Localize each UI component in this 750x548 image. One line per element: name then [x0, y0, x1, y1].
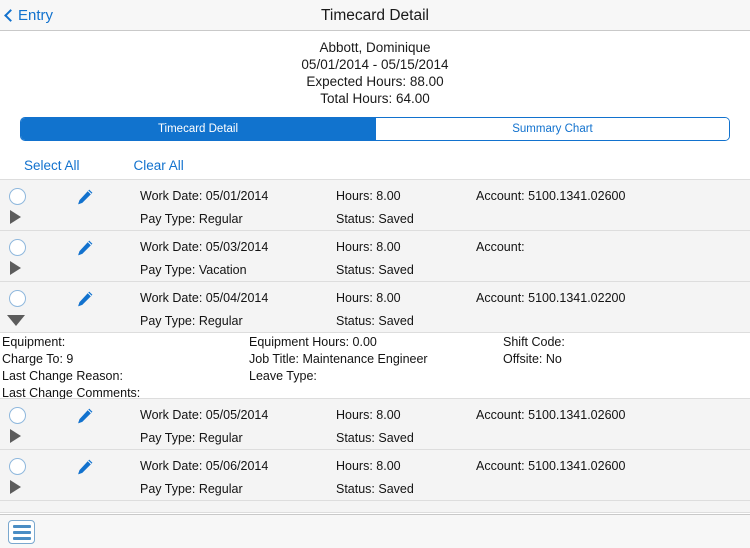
expected-hours: Expected Hours: 88.00 — [306, 74, 444, 89]
cell-pay-type: Pay Type: Vacation — [140, 263, 247, 277]
row-select-checkbox[interactable] — [9, 239, 26, 256]
segmented-control-container: Timecard Detail Summary Chart — [0, 113, 750, 151]
cell-hours: Hours: 8.00 — [336, 459, 401, 473]
employee-name: Abbott, Dominique — [319, 40, 431, 55]
detail-charge-to: Charge To: 9 — [2, 352, 74, 366]
cell-status: Status: Saved — [336, 212, 414, 226]
cell-pay-type: Pay Type: Regular — [140, 212, 243, 226]
clear-all-button[interactable]: Clear All — [134, 158, 184, 173]
timecard-entry-list[interactable]: Work Date: 05/01/2014 Hours: 8.00 Accoun… — [0, 179, 750, 514]
detail-equipment: Equipment: — [2, 335, 66, 349]
menu-bar-2 — [12, 530, 31, 534]
table-row[interactable]: Work Date: 05/01/2014 Hours: 8.00 Accoun… — [0, 180, 750, 231]
cell-hours: Hours: 8.00 — [336, 291, 401, 305]
detail-equipment-hours: Equipment Hours: 0.00 — [249, 335, 377, 349]
pencil-edit-icon[interactable] — [75, 457, 95, 477]
pencil-edit-icon[interactable] — [75, 289, 95, 309]
cell-pay-type: Pay Type: Regular — [140, 314, 243, 328]
cell-work-date: Work Date: 05/05/2014 — [140, 408, 269, 422]
tab-timecard-detail[interactable]: Timecard Detail — [21, 118, 375, 140]
cell-pay-type: Pay Type: Regular — [140, 431, 243, 445]
cell-hours: Hours: 8.00 — [336, 240, 401, 254]
table-row[interactable]: Work Date: 05/03/2014 Hours: 8.00 Accoun… — [0, 231, 750, 282]
timecard-summary: Abbott, Dominique 05/01/2014 - 05/15/201… — [0, 31, 750, 113]
cell-status: Status: Saved — [336, 263, 414, 277]
pencil-edit-icon[interactable] — [75, 187, 95, 207]
table-row-partial[interactable] — [0, 501, 750, 513]
menu-bar-3 — [12, 536, 31, 540]
cell-status: Status: Saved — [336, 482, 414, 496]
cell-account: Account: 5100.1341.02600 — [476, 189, 626, 203]
cell-status: Status: Saved — [336, 314, 414, 328]
disclosure-triangle-icon[interactable] — [10, 429, 21, 443]
disclosure-triangle-icon[interactable] — [10, 210, 21, 224]
cell-account: Account: 5100.1341.02600 — [476, 408, 626, 422]
segmented-control: Timecard Detail Summary Chart — [20, 117, 730, 141]
cell-work-date: Work Date: 05/06/2014 — [140, 459, 269, 473]
select-all-button[interactable]: Select All — [24, 158, 80, 173]
table-row[interactable]: Work Date: 05/06/2014 Hours: 8.00 Accoun… — [0, 450, 750, 501]
disclosure-triangle-icon[interactable] — [10, 480, 21, 494]
cell-account: Account: 5100.1341.02600 — [476, 459, 626, 473]
page-title: Timecard Detail — [321, 7, 429, 24]
cell-pay-type: Pay Type: Regular — [140, 482, 243, 496]
row-expanded-detail-panel: Equipment: Charge To: 9 Last Change Reas… — [0, 333, 750, 400]
cell-hours: Hours: 8.00 — [336, 408, 401, 422]
table-row[interactable]: Work Date: 05/05/2014 Hours: 8.00 Accoun… — [0, 399, 750, 450]
table-row[interactable]: Work Date: 05/04/2014 Hours: 8.00 Accoun… — [0, 282, 750, 333]
bottom-toolbar — [0, 514, 750, 548]
cell-work-date: Work Date: 05/04/2014 — [140, 291, 269, 305]
cell-account: Account: — [476, 240, 525, 254]
detail-leave-type: Leave Type: — [249, 369, 317, 383]
row-select-checkbox[interactable] — [9, 458, 26, 475]
navigation-bar: Entry Timecard Detail — [0, 0, 750, 31]
menu-bar-1 — [12, 524, 31, 528]
list-actions: Select All Clear All — [0, 151, 750, 179]
tab-summary-chart[interactable]: Summary Chart — [375, 118, 729, 140]
detail-job-title: Job Title: Maintenance Engineer — [249, 352, 428, 366]
detail-last-change-comments: Last Change Comments: — [2, 386, 141, 400]
cell-status: Status: Saved — [336, 431, 414, 445]
timecard-detail-screen: Entry Timecard Detail Abbott, Dominique … — [0, 0, 750, 548]
row-select-checkbox[interactable] — [9, 407, 26, 424]
cell-hours: Hours: 8.00 — [336, 189, 401, 203]
cell-work-date: Work Date: 05/03/2014 — [140, 240, 269, 254]
total-hours: Total Hours: 64.00 — [320, 91, 430, 106]
detail-last-change-reason: Last Change Reason: — [2, 369, 123, 383]
detail-offsite: Offsite: No — [503, 352, 562, 366]
hamburger-menu-icon[interactable] — [8, 520, 35, 544]
pencil-edit-icon[interactable] — [75, 406, 95, 426]
disclosure-triangle-icon[interactable] — [10, 261, 21, 275]
detail-shift-code: Shift Code: — [503, 335, 565, 349]
row-select-checkbox[interactable] — [9, 188, 26, 205]
disclosure-triangle-icon[interactable] — [7, 315, 25, 326]
cell-account: Account: 5100.1341.02200 — [476, 291, 626, 305]
cell-work-date: Work Date: 05/01/2014 — [140, 189, 269, 203]
pencil-edit-icon[interactable] — [75, 238, 95, 258]
row-select-checkbox[interactable] — [9, 290, 26, 307]
date-range: 05/01/2014 - 05/15/2014 — [301, 57, 449, 72]
